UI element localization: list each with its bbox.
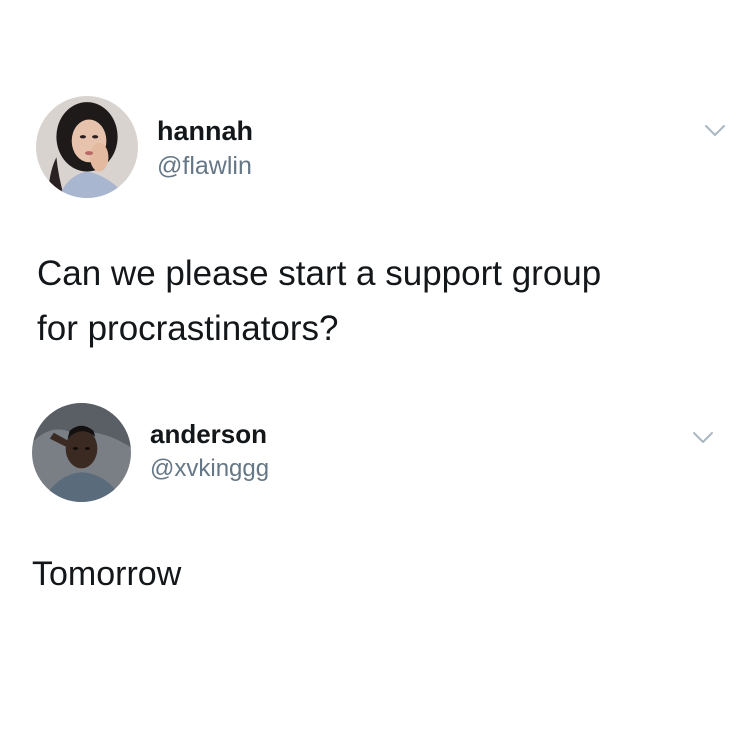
user-avatar[interactable]	[32, 403, 131, 502]
avatar-anderson-image	[32, 403, 131, 502]
avatar-hannah-image	[36, 96, 138, 198]
tweet-text: Can we please start a support group for …	[37, 254, 602, 348]
user-handle[interactable]: @xvkinggg	[150, 455, 269, 483]
display-name[interactable]: hannah	[157, 116, 253, 147]
chevron-down-icon[interactable]	[704, 124, 726, 138]
chevron-down-icon[interactable]	[692, 431, 714, 445]
display-name[interactable]: anderson	[150, 419, 267, 450]
tweet-text: Tomorrow	[32, 555, 182, 593]
user-avatar[interactable]	[36, 96, 138, 198]
user-handle[interactable]: @flawlin	[157, 152, 252, 181]
